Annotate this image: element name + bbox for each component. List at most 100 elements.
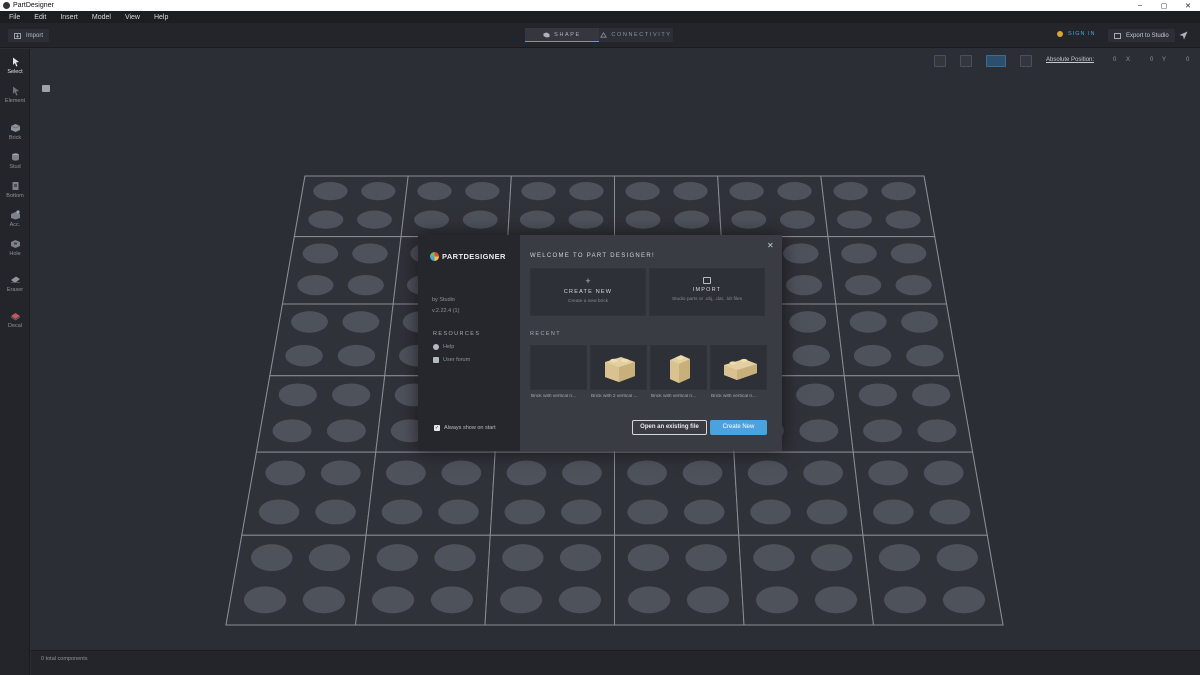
open-existing-file-button[interactable]: Open an existing file [632,420,707,435]
export-to-studio-button[interactable]: Export to Studio [1108,29,1175,42]
tab-shape[interactable]: SHAPE [525,28,599,42]
stud [673,182,708,201]
recent-item[interactable] [590,345,647,390]
import-button[interactable]: Import [8,29,50,42]
stud [806,499,848,525]
tool-select[interactable]: Select [0,55,30,75]
accessory-icon [10,210,20,220]
stud [352,243,388,264]
tool-element-label: Element [4,98,26,104]
maximize-button[interactable]: ▢ [1152,2,1176,10]
absolute-position-label: Absolute Position: [1046,57,1095,63]
brand: PARTDESIGNER [430,252,506,261]
plus-icon: + [585,276,591,286]
stud [308,544,351,572]
tool-eraser[interactable]: Eraser [0,275,30,293]
stud [912,383,951,407]
status-bar: 0 total components [31,650,1200,675]
stud [936,544,978,572]
tool-select-label: Select [7,69,23,75]
stud [923,460,964,486]
import-subtitle: Studio parts or .obj, .dat, .ldr files [671,297,743,302]
stud [845,275,882,296]
minimize-button[interactable]: – [1128,2,1152,9]
stud [799,419,839,443]
y-axis-label: Y [1162,57,1167,63]
edit-icon[interactable] [934,55,946,67]
menu-edit[interactable]: Edit [27,14,53,21]
stud [561,499,602,525]
tool-brick[interactable]: Brick [0,123,30,141]
x-value[interactable]: 0 [1113,57,1116,63]
tab-connectivity[interactable]: CONNECTIVITY [599,28,673,42]
user-forum-link[interactable]: User forum [433,357,470,363]
stud [858,383,897,407]
welcome-title: WELCOME TO PART DESIGNER! [530,253,655,259]
menu-help[interactable]: Help [147,14,175,21]
y-value[interactable]: 0 [1150,57,1153,63]
baseplate-tile [862,534,1004,626]
stud [685,544,727,572]
create-new-title: CREATE NEW [563,289,613,295]
stud [906,344,944,367]
stud [326,419,366,443]
create-new-button[interactable]: Create New [710,420,767,435]
tool-hole[interactable]: Hole [0,239,30,257]
tool-accessory[interactable]: Acc. [0,210,30,228]
resources-heading: RESOURCES [433,331,481,337]
send-icon[interactable] [1179,31,1188,40]
help-icon [433,344,439,350]
stud [853,344,892,367]
stud [462,210,498,229]
close-dialog-button[interactable]: ✕ [767,241,774,250]
sign-in-link[interactable]: SIGN IN [1057,31,1095,37]
import-card[interactable]: IMPORT Studio parts or .obj, .dat, .ldr … [649,268,765,316]
stud-icon [11,153,19,161]
brand-name: PARTDESIGNER [442,252,506,261]
stud [562,460,602,486]
stud [297,275,334,296]
create-new-card[interactable]: + CREATE NEW Create a new brick [530,268,646,316]
baseplate-tile [827,236,948,305]
recent-item[interactable] [650,345,707,390]
stud [841,243,877,264]
stud [929,499,971,525]
stud [753,544,795,572]
display-mode-icon[interactable] [986,55,1006,67]
menu-insert[interactable]: Insert [53,14,85,21]
stud [291,311,328,333]
tool-stud[interactable]: Stud [0,152,30,170]
stud [883,586,927,614]
tab-connectivity-label: CONNECTIVITY [611,32,672,38]
stud [438,499,479,525]
stud [278,383,317,407]
always-show-checkbox[interactable]: ✓ Always show on start [434,425,496,431]
menu-view[interactable]: View [118,14,147,21]
stud [682,460,723,486]
stud [381,499,423,525]
menu-file[interactable]: File [0,14,27,21]
stud [337,344,376,367]
tool-element[interactable]: Element [0,86,30,104]
status-text: 0 total components [41,656,88,662]
tool-bottom[interactable]: Bottom [0,181,30,199]
stud [881,182,916,201]
welcome-sidebar: PARTDESIGNER by Studio v.2.22.4 (1) RESO… [418,235,520,451]
close-window-button[interactable]: ✕ [1176,2,1200,10]
recent-item-label: Brick with vertical ri... [531,394,577,399]
stud [863,419,903,443]
recent-item[interactable] [710,345,767,390]
menu-model[interactable]: Model [85,14,118,21]
recent-item[interactable] [530,345,587,390]
stud [890,243,927,264]
z-value[interactable]: 0 [1186,57,1189,63]
grid-icon[interactable] [960,55,972,67]
help-link[interactable]: Help [433,344,454,350]
mode-tabs: SHAPE CONNECTIVITY [525,28,673,42]
stud [625,182,660,201]
view-toolbar: Absolute Position: 0 X 0 Y 0 [31,49,1200,73]
snap-icon[interactable] [1020,55,1032,67]
stud [747,460,788,486]
camera-icon[interactable] [42,85,50,92]
tool-decal[interactable]: Decal [0,311,30,329]
